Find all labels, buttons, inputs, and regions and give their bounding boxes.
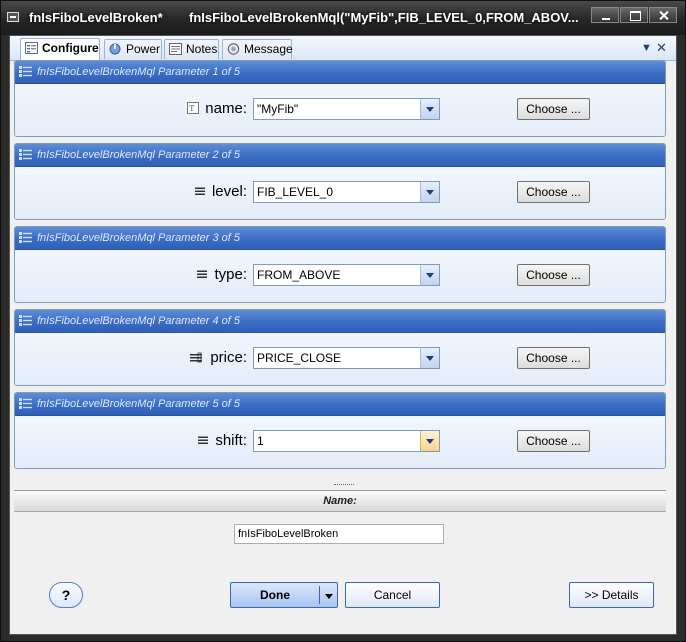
configure-icon — [25, 42, 38, 54]
maximize-button[interactable] — [620, 7, 648, 23]
tab-power-label: Power — [126, 42, 161, 56]
parameter-value-combo[interactable]: PRICE_CLOSE — [253, 347, 440, 369]
parameter-value-combo[interactable]: 1 — [253, 430, 440, 452]
chevron-down-icon[interactable] — [420, 99, 439, 119]
parameter-header: fnIsFiboLevelBrokenMql Parameter 5 of 5 — [15, 393, 665, 416]
tab-notes-label: Notes — [186, 42, 218, 56]
parameter-list-icon — [19, 315, 32, 326]
chevron-down-icon[interactable] — [325, 594, 333, 599]
choose-button[interactable]: Choose ... — [517, 264, 590, 286]
tab-message-label: Message — [244, 42, 293, 56]
parameter-list-icon — [19, 66, 32, 77]
tab-message[interactable]: Message — [222, 39, 293, 59]
tab-configure[interactable]: Configure — [20, 38, 100, 60]
parameter-body: shift: 1 Choose ... — [15, 416, 665, 468]
chevron-down-icon[interactable] — [420, 182, 439, 202]
done-button[interactable]: Done — [230, 582, 338, 608]
chevron-down-icon[interactable] — [420, 265, 439, 285]
parameter-value: FROM_ABOVE — [257, 268, 341, 282]
parameter-body: Tname: "MyFib" Choose ... — [15, 84, 665, 136]
parameter-value-combo[interactable]: "MyFib" — [253, 98, 440, 120]
parameter-label: level: — [194, 183, 247, 200]
name-input[interactable]: fnIsFiboLevelBroken — [234, 524, 444, 544]
parameter-label-text: shift: — [215, 432, 247, 449]
choose-button[interactable]: Choose ... — [517, 181, 590, 203]
parameter-list-icon — [19, 398, 32, 409]
tab-notes[interactable]: Notes — [164, 39, 219, 59]
tab-list-icon[interactable]: ▼ — [641, 42, 652, 54]
choose-button[interactable]: Choose ... — [517, 430, 590, 452]
parameter-header: fnIsFiboLevelBrokenMql Parameter 3 of 5 — [15, 227, 665, 250]
cancel-button[interactable]: Cancel — [345, 582, 440, 608]
parameter-header: fnIsFiboLevelBrokenMql Parameter 2 of 5 — [15, 144, 665, 167]
parameter-value-combo[interactable]: FIB_LEVEL_0 — [253, 181, 440, 203]
done-split-divider — [319, 586, 320, 604]
power-icon — [109, 43, 121, 55]
details-button[interactable]: >> Details — [569, 582, 654, 608]
parameter-value: 1 — [257, 434, 264, 448]
tab-bar: Configure Power Notes Message ▼ ✕ — [10, 36, 676, 61]
parameter-panel-3: fnIsFiboLevelBrokenMql Parameter 3 of 5 … — [14, 226, 666, 303]
done-button-label: Done — [260, 588, 290, 602]
parameter-body: type: FROM_ABOVE Choose ... — [15, 250, 665, 302]
parameter-label: price: — [188, 349, 247, 366]
enum-type-icon — [194, 187, 205, 195]
parameter-panel-4: fnIsFiboLevelBrokenMql Parameter 4 of 5 … — [14, 309, 666, 386]
close-window-button[interactable] — [649, 7, 677, 23]
parameter-panel-1: fnIsFiboLevelBrokenMql Parameter 1 of 5 … — [14, 60, 666, 137]
message-icon — [227, 43, 240, 55]
parameter-list-icon — [19, 149, 32, 160]
choose-button[interactable]: Choose ... — [517, 347, 590, 369]
parameter-label: shift: — [197, 432, 247, 449]
tab-power[interactable]: Power — [104, 39, 162, 59]
notes-icon — [169, 43, 182, 55]
dialog-window: fnIsFiboLevelBroken* fnIsFiboLevelBroken… — [0, 0, 686, 642]
choose-button[interactable]: Choose ... — [517, 98, 590, 120]
parameter-panel-2: fnIsFiboLevelBrokenMql Parameter 2 of 5 … — [14, 143, 666, 220]
parameter-label-text: price: — [210, 349, 247, 366]
parameter-body: level: FIB_LEVEL_0 Choose ... — [15, 167, 665, 219]
parameter-label: type: — [196, 266, 247, 283]
parameter-header: fnIsFiboLevelBrokenMql Parameter 4 of 5 — [15, 310, 665, 333]
parameter-panel-5: fnIsFiboLevelBrokenMql Parameter 5 of 5 … — [14, 392, 666, 469]
tab-configure-label: Configure — [42, 41, 99, 55]
parameter-body: price: PRICE_CLOSE Choose ... — [15, 333, 665, 385]
parameter-header: fnIsFiboLevelBrokenMql Parameter 1 of 5 — [15, 61, 665, 84]
parameter-value: PRICE_CLOSE — [257, 351, 342, 365]
minimize-button[interactable] — [591, 7, 619, 23]
parameter-header-text: fnIsFiboLevelBrokenMql Parameter 5 of 5 — [37, 398, 240, 410]
parameter-header-text: fnIsFiboLevelBrokenMql Parameter 4 of 5 — [37, 315, 240, 327]
help-button[interactable]: ? — [49, 582, 83, 608]
system-menu-icon[interactable] — [7, 12, 19, 22]
name-section-header: Name: — [14, 490, 666, 512]
enum-type-icon — [198, 436, 209, 444]
tab-close-icon[interactable]: ✕ — [656, 40, 667, 56]
text-type-icon: T — [187, 102, 200, 114]
title-bar[interactable]: fnIsFiboLevelBroken* fnIsFiboLevelBroken… — [1, 1, 685, 35]
window-subtitle: fnIsFiboLevelBrokenMql("MyFib",FIB_LEVEL… — [189, 10, 579, 25]
window-title: fnIsFiboLevelBroken* — [29, 10, 163, 25]
parameter-list-icon — [19, 232, 32, 243]
svg-text:T: T — [190, 105, 195, 113]
parameter-label-text: name: — [205, 100, 247, 117]
enum-type-icon — [197, 270, 208, 278]
price-type-icon — [190, 352, 203, 363]
parameter-value: "MyFib" — [257, 102, 299, 116]
parameter-label: Tname: — [187, 100, 247, 117]
chevron-down-icon[interactable] — [420, 431, 439, 451]
parameter-header-text: fnIsFiboLevelBrokenMql Parameter 2 of 5 — [37, 149, 240, 161]
parameter-label-text: level: — [211, 183, 247, 200]
chevron-down-icon[interactable] — [420, 348, 439, 368]
parameter-value-combo[interactable]: FROM_ABOVE — [253, 264, 440, 286]
parameter-header-text: fnIsFiboLevelBrokenMql Parameter 1 of 5 — [37, 66, 240, 78]
parameter-value: FIB_LEVEL_0 — [257, 185, 334, 199]
parameter-label-text: type: — [214, 266, 247, 283]
dialog-client: Configure Power Notes Message ▼ ✕ fnIsFi… — [9, 35, 677, 635]
parameter-header-text: fnIsFiboLevelBrokenMql Parameter 3 of 5 — [37, 232, 240, 244]
window-controls — [591, 7, 677, 23]
splitter-handle[interactable] — [334, 484, 354, 489]
